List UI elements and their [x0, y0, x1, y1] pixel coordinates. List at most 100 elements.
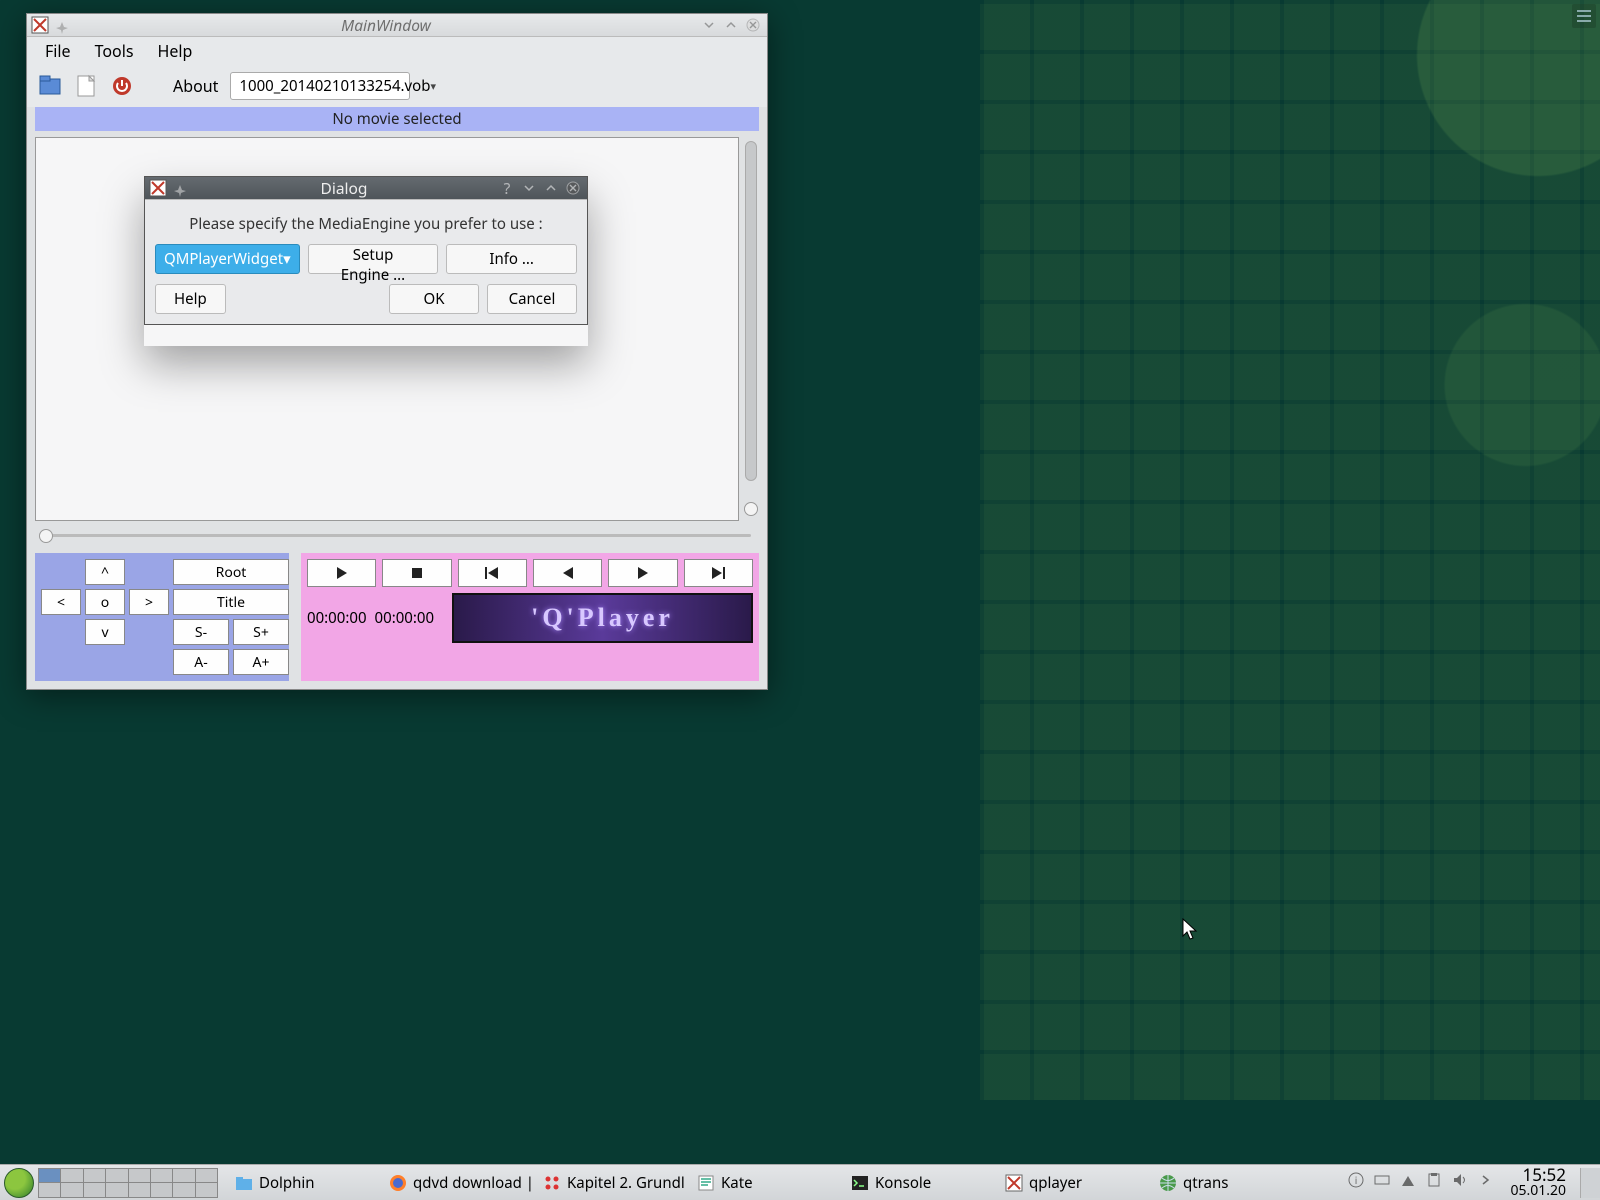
- chevron-down-icon: ▾: [430, 79, 436, 94]
- player-logo: 'Q'Player: [452, 593, 753, 643]
- shade-up-icon[interactable]: [541, 178, 561, 198]
- wallpaper-decoration: [980, 0, 1600, 1100]
- menu-help[interactable]: Help: [146, 37, 205, 65]
- menu-tools[interactable]: Tools: [83, 37, 146, 65]
- clock[interactable]: 15:52 05.01.20: [1500, 1166, 1576, 1199]
- stop-button[interactable]: [382, 559, 451, 587]
- help-button[interactable]: Help: [155, 284, 226, 314]
- window-title: MainWindow: [75, 14, 697, 36]
- kate-icon: [697, 1174, 715, 1192]
- task-button-2[interactable]: Kapitel 2. Grundl...: [534, 1169, 686, 1197]
- close-icon[interactable]: [563, 178, 583, 198]
- power-button[interactable]: [107, 71, 137, 101]
- menu-file[interactable]: File: [33, 37, 83, 65]
- minimize-icon[interactable]: [699, 15, 719, 35]
- nav-root[interactable]: Root: [173, 559, 289, 585]
- ok-button[interactable]: OK: [389, 284, 479, 314]
- subtitle-plus[interactable]: S+: [233, 619, 289, 645]
- show-desktop-button[interactable]: [1580, 1168, 1600, 1198]
- help-icon[interactable]: ?: [497, 178, 517, 198]
- clock-date: 05.01.20: [1510, 1184, 1566, 1199]
- nav-left[interactable]: <: [41, 589, 81, 615]
- engine-value: QMPlayerWidget: [164, 249, 283, 269]
- subtitle-minus[interactable]: S-: [173, 619, 229, 645]
- menubar: File Tools Help: [27, 37, 767, 65]
- pin-icon[interactable]: [173, 181, 187, 195]
- cancel-button[interactable]: Cancel: [487, 284, 577, 314]
- close-icon[interactable]: [743, 15, 763, 35]
- about-label[interactable]: About: [173, 75, 218, 97]
- globe-icon: [1159, 1174, 1177, 1192]
- playback-panel: 00:00:00 00:00:00 'Q'Player: [301, 553, 759, 681]
- task-button-0[interactable]: Dolphin: [226, 1169, 378, 1197]
- nav-title[interactable]: Title: [173, 589, 289, 615]
- seek-slider[interactable]: [35, 527, 759, 543]
- task-label: Dolphin: [259, 1173, 315, 1193]
- task-button-3[interactable]: Kate: [688, 1169, 840, 1197]
- clipboard-tray-icon[interactable]: [1426, 1172, 1442, 1193]
- tray-expand-icon[interactable]: [1478, 1172, 1494, 1193]
- dialog-app-icon: [149, 179, 167, 197]
- task-label: qplayer: [1029, 1173, 1082, 1193]
- dialog-title: Dialog: [193, 177, 495, 199]
- engine-combobox[interactable]: QMPlayerWidget ▾: [155, 244, 300, 274]
- keyboard-tray-icon[interactable]: [1374, 1172, 1390, 1193]
- chevron-down-icon: ▾: [283, 249, 291, 269]
- plasma-menu-button[interactable]: [1572, 4, 1596, 28]
- dots-icon: [543, 1174, 561, 1192]
- task-label: qtrans: [1183, 1173, 1228, 1193]
- nav-up[interactable]: ^: [85, 559, 125, 585]
- dialog-titlebar[interactable]: Dialog ?: [145, 177, 587, 200]
- main-window: MainWindow File Tools Help About 1000_20…: [26, 13, 768, 690]
- svg-text:i: i: [1355, 1173, 1358, 1187]
- nav-right[interactable]: >: [129, 589, 169, 615]
- desktop-pager[interactable]: [38, 1168, 218, 1198]
- application-launcher[interactable]: [4, 1168, 34, 1198]
- task-label: Kapitel 2. Grundl...: [567, 1173, 686, 1193]
- network-tray-icon[interactable]: [1400, 1172, 1416, 1193]
- task-button-6[interactable]: qtrans: [1150, 1169, 1302, 1197]
- scrollbar-handle[interactable]: [743, 501, 759, 517]
- x-icon: [1005, 1174, 1023, 1192]
- system-tray: i: [1342, 1172, 1500, 1193]
- seek-knob[interactable]: [39, 529, 53, 543]
- task-label: Konsole: [875, 1173, 931, 1193]
- toolbar: About 1000_20140210133254.vob ▾: [27, 65, 767, 107]
- prev-button[interactable]: [458, 559, 527, 587]
- folder-icon: [235, 1174, 253, 1192]
- forward-button[interactable]: [608, 559, 677, 587]
- app-icon: [31, 16, 49, 34]
- time-total: 00:00:00: [375, 608, 435, 628]
- shade-down-icon[interactable]: [519, 178, 539, 198]
- maximize-icon[interactable]: [721, 15, 741, 35]
- time-current: 00:00:00: [307, 608, 367, 628]
- dvd-nav-pad: ^ Root < o > Title v S- S+ A- A+: [35, 553, 289, 681]
- next-button[interactable]: [684, 559, 753, 587]
- task-label: qdvd download | ...: [413, 1173, 532, 1193]
- audio-plus[interactable]: A+: [233, 649, 289, 675]
- file-combobox[interactable]: 1000_20140210133254.vob ▾: [230, 72, 410, 100]
- pin-icon[interactable]: [55, 18, 69, 32]
- volume-tray-icon[interactable]: [1452, 1172, 1468, 1193]
- task-button-5[interactable]: qplayer: [996, 1169, 1148, 1197]
- nav-ok[interactable]: o: [85, 589, 125, 615]
- open-button[interactable]: [35, 71, 65, 101]
- main-titlebar[interactable]: MainWindow: [27, 14, 767, 37]
- task-button-1[interactable]: qdvd download | ...: [380, 1169, 532, 1197]
- play-button[interactable]: [307, 559, 376, 587]
- rewind-button[interactable]: [533, 559, 602, 587]
- nav-down[interactable]: v: [85, 619, 125, 645]
- mouse-cursor: [1182, 918, 1200, 942]
- vertical-scrollbar[interactable]: [743, 137, 759, 521]
- task-button-4[interactable]: Konsole: [842, 1169, 994, 1197]
- setup-engine-button[interactable]: Setup Engine ...: [308, 244, 439, 274]
- terminal-icon: [851, 1174, 869, 1192]
- info-button[interactable]: Info ...: [446, 244, 577, 274]
- new-button[interactable]: [71, 71, 101, 101]
- audio-minus[interactable]: A-: [173, 649, 229, 675]
- scrollbar-thumb[interactable]: [745, 141, 757, 481]
- info-tray-icon[interactable]: i: [1348, 1172, 1364, 1193]
- task-label: Kate: [721, 1173, 753, 1193]
- status-banner: No movie selected: [35, 107, 759, 131]
- file-combobox-value: 1000_20140210133254.vob: [239, 76, 430, 96]
